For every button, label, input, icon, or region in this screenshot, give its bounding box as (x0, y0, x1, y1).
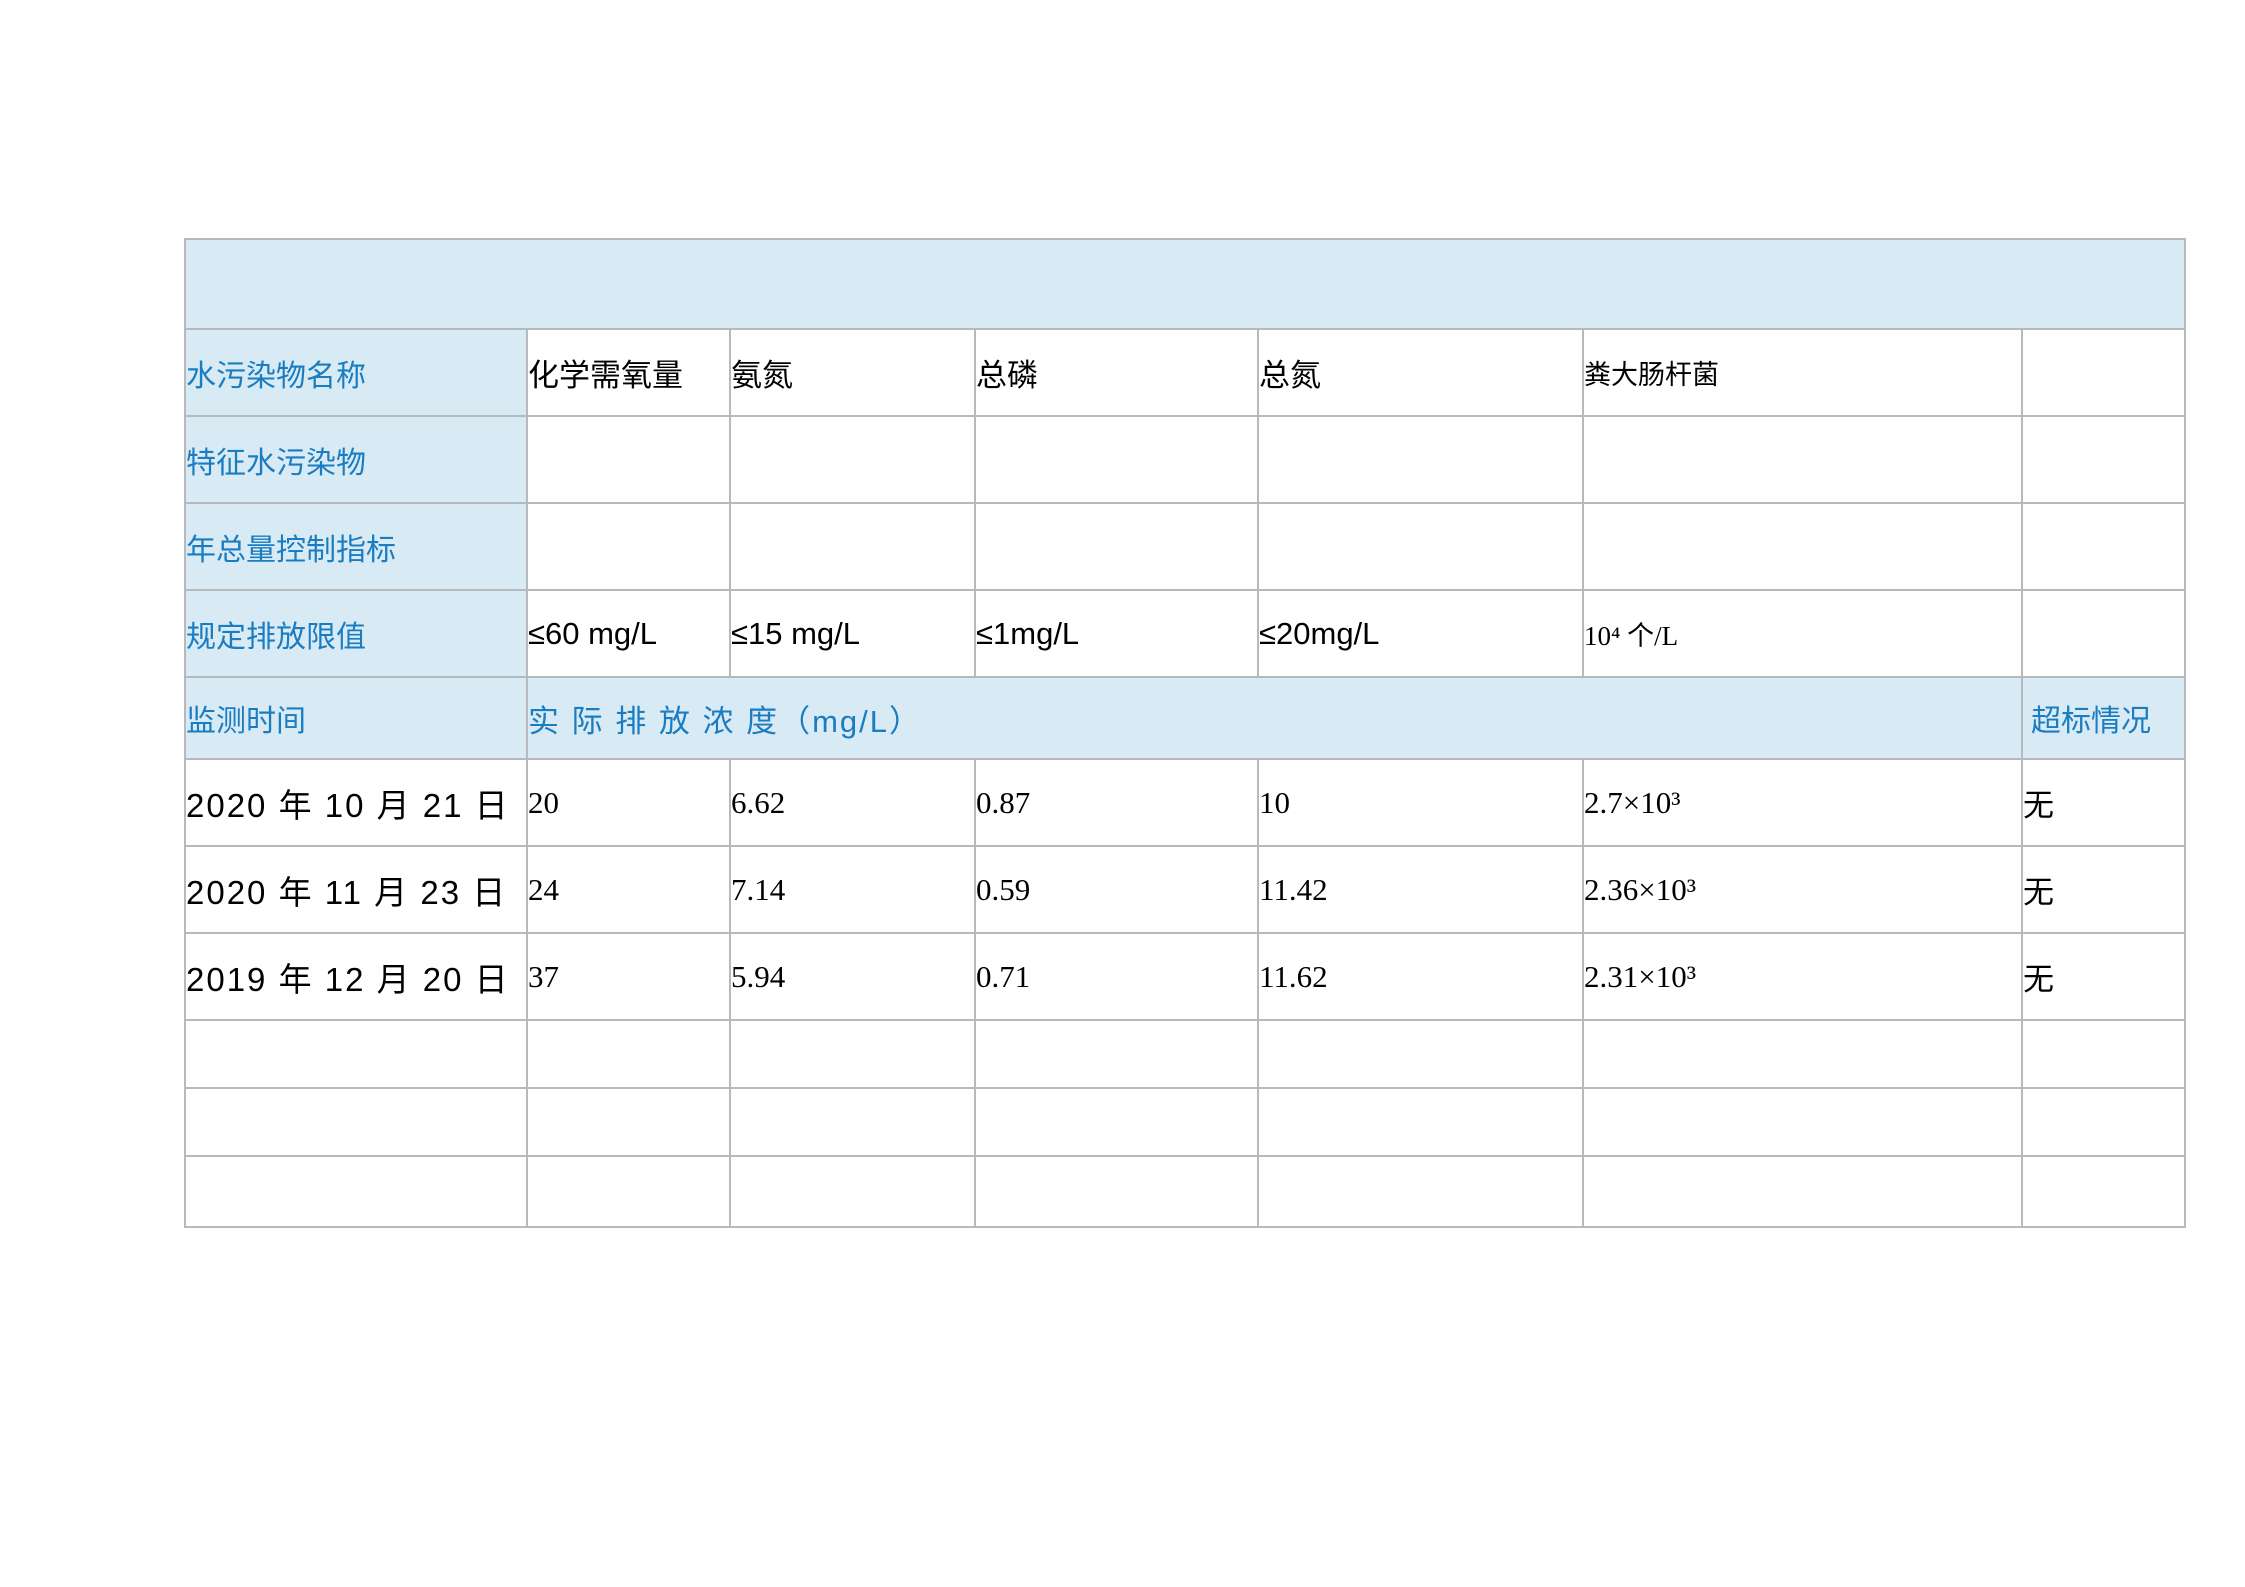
empty-cell (1258, 1156, 1583, 1227)
empty-row (185, 1156, 2185, 1227)
ammonia-value-cell: 7.14 (730, 846, 975, 933)
total-phosphorus-value-cell: 0.87 (975, 759, 1258, 846)
ammonia-limit-cell: ≤15 mg/L (730, 590, 975, 677)
empty-cell (730, 416, 975, 503)
empty-cell (2022, 1088, 2185, 1156)
empty-cell (2022, 416, 2185, 503)
cod-header-cell: 化学需氧量 (527, 329, 730, 416)
empty-cell (730, 1156, 975, 1227)
total-nitrogen-value-cell: 11.62 (1258, 933, 1583, 1020)
empty-cell (527, 1020, 730, 1088)
total-nitrogen-value-cell: 10 (1258, 759, 1583, 846)
empty-row (185, 1088, 2185, 1156)
total-phosphorus-value-cell: 0.59 (975, 846, 1258, 933)
empty-cell (1583, 1088, 2022, 1156)
document-page: 水污染物名称 化学需氧量 氨氮 总磷 总氮 粪大肠杆菌 特征水污染物 年总 (0, 0, 2245, 1587)
empty-cell (527, 416, 730, 503)
empty-cell (2022, 1020, 2185, 1088)
total-phosphorus-limit-cell: ≤1mg/L (975, 590, 1258, 677)
empty-cell (1258, 416, 1583, 503)
empty-cell (730, 503, 975, 590)
fecal-coliform-value-cell: 2.31×10³ (1583, 933, 2022, 1020)
cod-value-cell: 37 (527, 933, 730, 1020)
empty-cell (1583, 416, 2022, 503)
monitoring-time-header-row: 监测时间 实 际 排 放 浓 度（mg/L） 超标情况 (185, 677, 2185, 759)
empty-cell (527, 503, 730, 590)
empty-cell (975, 1020, 1258, 1088)
date-cell: 2020 年 10 月 21 日 (185, 759, 527, 846)
empty-cell (1583, 1020, 2022, 1088)
ammonia-value-cell: 6.62 (730, 759, 975, 846)
empty-cell (2022, 503, 2185, 590)
empty-cell (1583, 1156, 2022, 1227)
pollutant-name-label: 水污染物名称 (185, 329, 527, 416)
water-pollutant-monitoring-table-wrap: 水污染物名称 化学需氧量 氨氮 总磷 总氮 粪大肠杆菌 特征水污染物 年总 (184, 238, 2186, 1228)
cod-value-cell: 20 (527, 759, 730, 846)
empty-cell (1258, 1088, 1583, 1156)
fecal-coliform-limit-cell: 10⁴ 个/L (1583, 590, 2022, 677)
cod-limit-cell: ≤60 mg/L (527, 590, 730, 677)
pollutant-name-row: 水污染物名称 化学需氧量 氨氮 总磷 总氮 粪大肠杆菌 (185, 329, 2185, 416)
date-cell: 2019 年 12 月 20 日 (185, 933, 527, 1020)
empty-cell (1258, 503, 1583, 590)
empty-cell (527, 1156, 730, 1227)
empty-cell (975, 503, 1258, 590)
empty-cell (975, 1156, 1258, 1227)
empty-cell (1258, 1020, 1583, 1088)
characteristic-pollutant-label: 特征水污染物 (185, 416, 527, 503)
empty-cell (2022, 1156, 2185, 1227)
annual-total-control-label: 年总量控制指标 (185, 503, 527, 590)
empty-cell (975, 1088, 1258, 1156)
data-row-2020-11-23: 2020 年 11 月 23 日 24 7.14 0.59 11.42 2.36… (185, 846, 2185, 933)
exceed-status-label: 超标情况 (2022, 677, 2185, 759)
ammonia-value-cell: 5.94 (730, 933, 975, 1020)
exceed-value-cell: 无 (2022, 933, 2185, 1020)
header-band-row (185, 239, 2185, 329)
fecal-coliform-value-cell: 2.7×10³ (1583, 759, 2022, 846)
data-row-2019-12-20: 2019 年 12 月 20 日 37 5.94 0.71 11.62 2.31… (185, 933, 2185, 1020)
empty-row (185, 1020, 2185, 1088)
empty-cell (185, 1020, 527, 1088)
empty-cell (975, 416, 1258, 503)
total-phosphorus-value-cell: 0.71 (975, 933, 1258, 1020)
ammonia-header-cell: 氨氮 (730, 329, 975, 416)
characteristic-pollutant-row: 特征水污染物 (185, 416, 2185, 503)
empty-cell (730, 1088, 975, 1156)
header-band-cell (185, 239, 2185, 329)
empty-cell (527, 1088, 730, 1156)
prescribed-limit-row: 规定排放限值 ≤60 mg/L ≤15 mg/L ≤1mg/L ≤20mg/L … (185, 590, 2185, 677)
exceed-value-cell: 无 (2022, 759, 2185, 846)
monitoring-time-label: 监测时间 (185, 677, 527, 759)
empty-cell (2022, 590, 2185, 677)
total-phosphorus-header-cell: 总磷 (975, 329, 1258, 416)
total-nitrogen-limit-cell: ≤20mg/L (1258, 590, 1583, 677)
empty-cell (1583, 503, 2022, 590)
annual-total-control-row: 年总量控制指标 (185, 503, 2185, 590)
water-pollutant-monitoring-table: 水污染物名称 化学需氧量 氨氮 总磷 总氮 粪大肠杆菌 特征水污染物 年总 (184, 238, 2186, 1228)
total-nitrogen-header-cell: 总氮 (1258, 329, 1583, 416)
data-row-2020-10-21: 2020 年 10 月 21 日 20 6.62 0.87 10 2.7×10³… (185, 759, 2185, 846)
empty-cell (2022, 329, 2185, 416)
empty-cell (730, 1020, 975, 1088)
fecal-coliform-header-cell: 粪大肠杆菌 (1583, 329, 2022, 416)
exceed-value-cell: 无 (2022, 846, 2185, 933)
fecal-coliform-value-cell: 2.36×10³ (1583, 846, 2022, 933)
empty-cell (185, 1088, 527, 1156)
total-nitrogen-value-cell: 11.42 (1258, 846, 1583, 933)
actual-concentration-label: 实 际 排 放 浓 度（mg/L） (527, 677, 2022, 759)
date-cell: 2020 年 11 月 23 日 (185, 846, 527, 933)
cod-value-cell: 24 (527, 846, 730, 933)
prescribed-limit-label: 规定排放限值 (185, 590, 527, 677)
empty-cell (185, 1156, 527, 1227)
